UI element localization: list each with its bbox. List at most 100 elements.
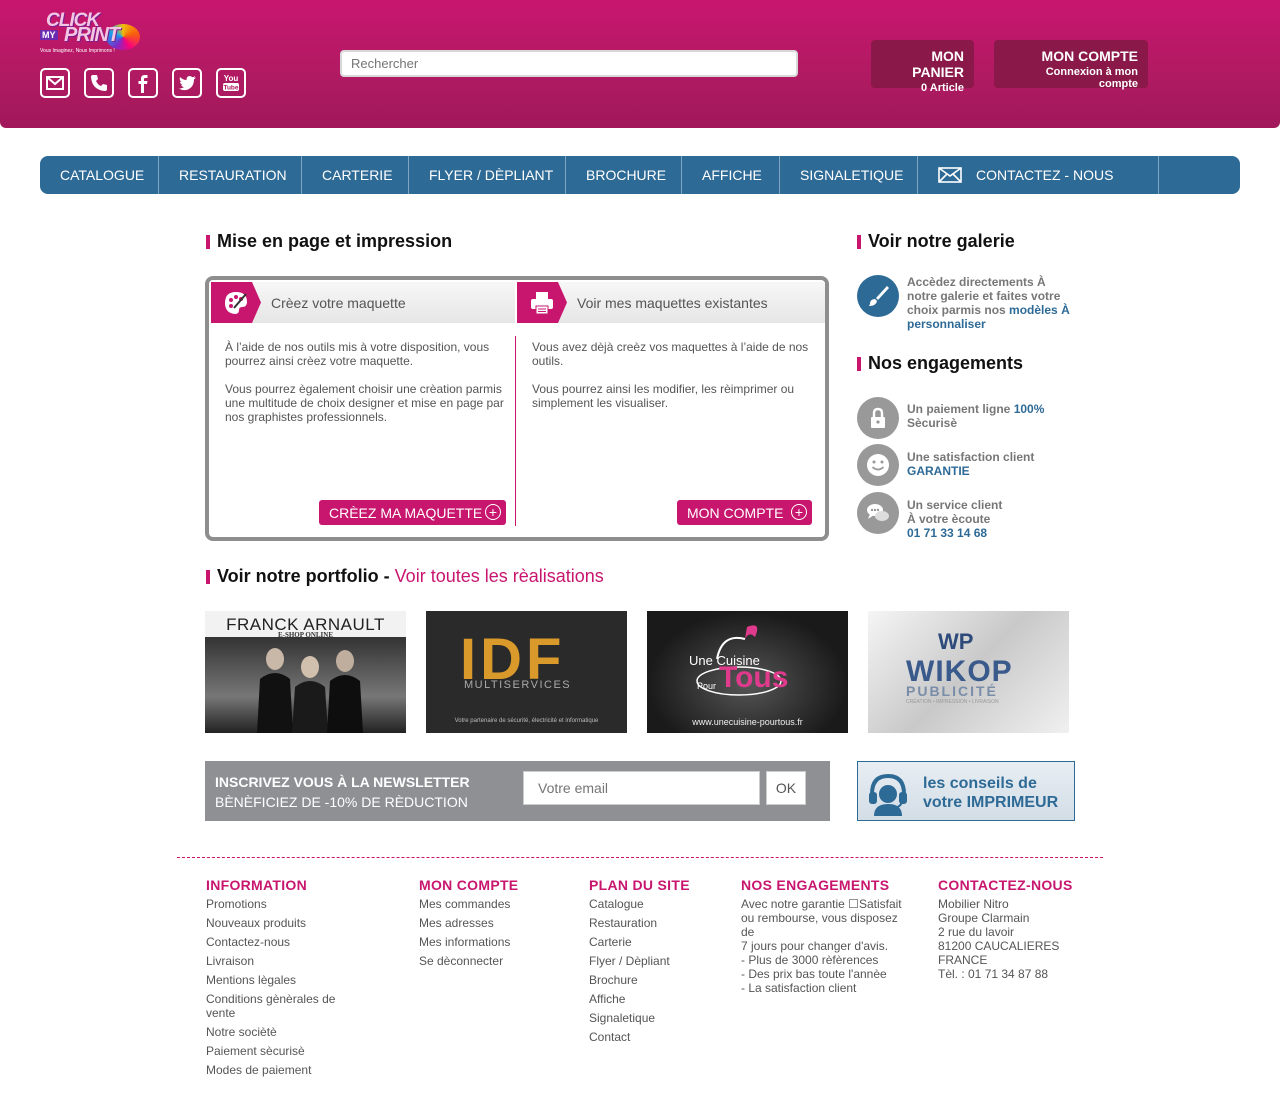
service-text: Un service client	[907, 498, 1003, 512]
footer-contact-line: 81200 CAUCALIERES	[938, 939, 1060, 953]
footer-contact-title: CONTACTEZ-NOUS	[938, 877, 1073, 893]
nav-restauration[interactable]: RESTAURATION	[159, 156, 302, 194]
nav-contact[interactable]: CONTACTEZ - NOUS	[918, 156, 1159, 194]
footer-link[interactable]: Notre sociètè	[206, 1025, 356, 1039]
create-text-1: À l’aide de nos outils mis à votre dispo…	[225, 340, 490, 368]
footer-link[interactable]: Conditions gènèrales de vente	[206, 992, 356, 1020]
facebook-icon[interactable]	[128, 68, 158, 98]
footer-link[interactable]: Contactez-nous	[206, 935, 356, 949]
portfolio-2-sub: MULTISERVICES	[464, 679, 572, 691]
email-icon[interactable]	[40, 68, 70, 98]
portfolio-3-pour: Pour	[697, 681, 717, 691]
twitter-icon[interactable]	[172, 68, 202, 98]
advice-text: les conseils de votre IMPRIMEUR	[923, 774, 1058, 812]
footer-link[interactable]: Mes informations	[419, 935, 559, 949]
nav-signaletique[interactable]: SIGNALETIQUE	[780, 156, 918, 194]
nav-affiche[interactable]: AFFICHE	[682, 156, 780, 194]
portfolio-item-wikop[interactable]: WP WIKOP PUBLICITÉ CRÉATION • IMPRESSION…	[868, 611, 1069, 733]
existing-heading: Voir mes maquettes existantes	[577, 294, 768, 311]
printer-advice-banner[interactable]: les conseils de votre IMPRIMEUR	[857, 761, 1075, 821]
newsletter-ok-button[interactable]: OK	[766, 771, 806, 805]
site-logo[interactable]: CLICK PRINT MY Vous Imaginez, Nous Impri…	[38, 10, 140, 62]
footer-link[interactable]: Contact	[589, 1030, 719, 1044]
portfolio-3-title: Tous	[719, 661, 789, 694]
newsletter-line2: BÈNÈFICIEZ DE -10% DE RÈDUCTION	[215, 794, 468, 810]
footer-link[interactable]: Nouveaux produits	[206, 916, 356, 930]
footer-link[interactable]: Paiement sècurisè	[206, 1044, 356, 1058]
existing-text-1: Vous avez dèjà creèz vos maquettes à l’a…	[532, 340, 809, 368]
advice-line2: votre IMPRIMEUR	[923, 794, 1059, 811]
payment-strong: 100%	[1013, 402, 1045, 416]
nav-brochure[interactable]: BROCHURE	[566, 156, 682, 194]
nav-carterie[interactable]: CARTERIE	[302, 156, 409, 194]
footer-link[interactable]: Restauration	[589, 916, 719, 930]
footer-engagement-line: - La satisfaction client	[741, 981, 857, 995]
printer-icon	[517, 282, 567, 323]
social-links: You Tube	[40, 68, 246, 98]
footer-link[interactable]: Promotions	[206, 897, 356, 911]
newsletter-box: INSCRIVEZ VOUS À LA NEWSLETTER BÈNÈFICIE…	[205, 761, 830, 821]
footer-col-information: INFORMATION Promotions Nouveaux produits…	[206, 877, 356, 1082]
portfolio-item-franck-arnault[interactable]: FRANCK ARNAULT E-SHOP ONLINE	[205, 611, 406, 733]
footer-link[interactable]: Mes adresses	[419, 916, 559, 930]
section-title-galerie: Voir notre galerie	[857, 231, 1015, 252]
footer-link[interactable]: Livraison	[206, 954, 356, 968]
my-account-button[interactable]: MON COMPTE +	[677, 500, 812, 525]
footer-col-compte: MON COMPTE Mes commandes Mes adresses Me…	[419, 877, 559, 973]
satisfaction-text: Une satisfaction client	[907, 450, 1035, 464]
footer-link[interactable]: Flyer / Dèpliant	[589, 954, 719, 968]
footer-separator	[177, 857, 1103, 858]
footer-contact-line: Groupe Clarmain	[938, 911, 1030, 925]
search-input[interactable]	[340, 50, 798, 77]
create-text-2: Vous pourrez ègalement choisir une crèat…	[225, 382, 504, 424]
portfolio-4-sub: PUBLICITÉ	[906, 683, 998, 699]
nav-catalogue[interactable]: CATALOGUE	[40, 156, 159, 194]
portfolio-item-cuisine[interactable]: Une Cuisine Pour Tous www.unecuisine-pou…	[647, 611, 848, 733]
footer-contact-line: 2 rue du lavoir	[938, 925, 1015, 939]
phone-icon[interactable]	[84, 68, 114, 98]
footer-link[interactable]: Brochure	[589, 973, 719, 987]
youtube-icon[interactable]: You Tube	[216, 68, 246, 98]
footer-link[interactable]: Affiche	[589, 992, 719, 1006]
create-heading: Crèez votre maquette	[271, 294, 406, 311]
footer-link[interactable]: Mes commandes	[419, 897, 559, 911]
section-title-portfolio: Voir notre portfolio - Voir toutes les r…	[206, 566, 604, 587]
lock-icon	[857, 397, 899, 439]
footer-col-contact: CONTACTEZ-NOUS Mobilier Nitro Groupe Cla…	[938, 877, 1088, 981]
envelope-icon	[938, 167, 962, 183]
create-design-button[interactable]: CRÈEZ MA MAQUETTE +	[319, 500, 506, 525]
account-button[interactable]: MON COMPTE Connexion à mon compte	[994, 40, 1148, 90]
section-title-mise-en-page: Mise en page et impression	[206, 231, 452, 252]
footer-link[interactable]: Se dèconnecter	[419, 954, 559, 968]
newsletter-text: INSCRIVEZ VOUS À LA NEWSLETTER BÈNÈFICIE…	[215, 772, 470, 812]
account-login: Connexion à mon compte	[1045, 66, 1138, 90]
advice-line1: les conseils de	[923, 775, 1037, 792]
cart-title: MON PANIER	[912, 48, 964, 80]
payment-text2: Sècurisè	[907, 416, 958, 430]
portfolio-4-logo: WP	[938, 629, 974, 654]
nav-flyer[interactable]: FLYER / DÈPLIANT	[409, 156, 566, 194]
engagement-satisfaction: Une satisfaction client GARANTIE	[857, 444, 1034, 486]
footer-link[interactable]: Catalogue	[589, 897, 719, 911]
gallery-promo[interactable]: Accèdez directements À notre galerie et …	[857, 275, 1077, 331]
portfolio-item-idf[interactable]: IDF MULTISERVICES Votre partenaire de sé…	[426, 611, 627, 733]
cart-button[interactable]: MON PANIER 0 Article	[871, 40, 974, 94]
footer-engagement-line: - Des prix bas toute l'annèe	[741, 967, 887, 981]
footer-link[interactable]: Mentions lègales	[206, 973, 356, 987]
satisfaction-strong: GARANTIE	[907, 464, 970, 478]
service-phone[interactable]: 01 71 33 14 68	[907, 526, 987, 540]
footer-link[interactable]: Signaletique	[589, 1011, 719, 1025]
footer-engagement-line: Avec notre garantie ☐Satisfait ou rembou…	[741, 897, 902, 939]
newsletter-email-input[interactable]	[523, 771, 760, 805]
footer-contact-line: Tèl. : 01 71 34 87 88	[938, 967, 1049, 981]
portfolio-1-sub: E-SHOP ONLINE	[277, 631, 334, 639]
footer-col-plan: PLAN DU SITE Catalogue Restauration Cart…	[589, 877, 719, 1049]
footer-link[interactable]: Modes de paiement	[206, 1063, 356, 1077]
design-box: Crèez votre maquette Voir mes maquettes …	[205, 276, 829, 541]
plus-icon: +	[485, 504, 501, 520]
footer-contact-line: FRANCE	[938, 953, 988, 967]
logo-tagline: Vous Imaginez, Nous Imprimons !	[40, 48, 115, 54]
svg-text:You: You	[224, 74, 239, 83]
footer-link[interactable]: Carterie	[589, 935, 719, 949]
portfolio-link[interactable]: Voir toutes les rèalisations	[395, 566, 604, 586]
